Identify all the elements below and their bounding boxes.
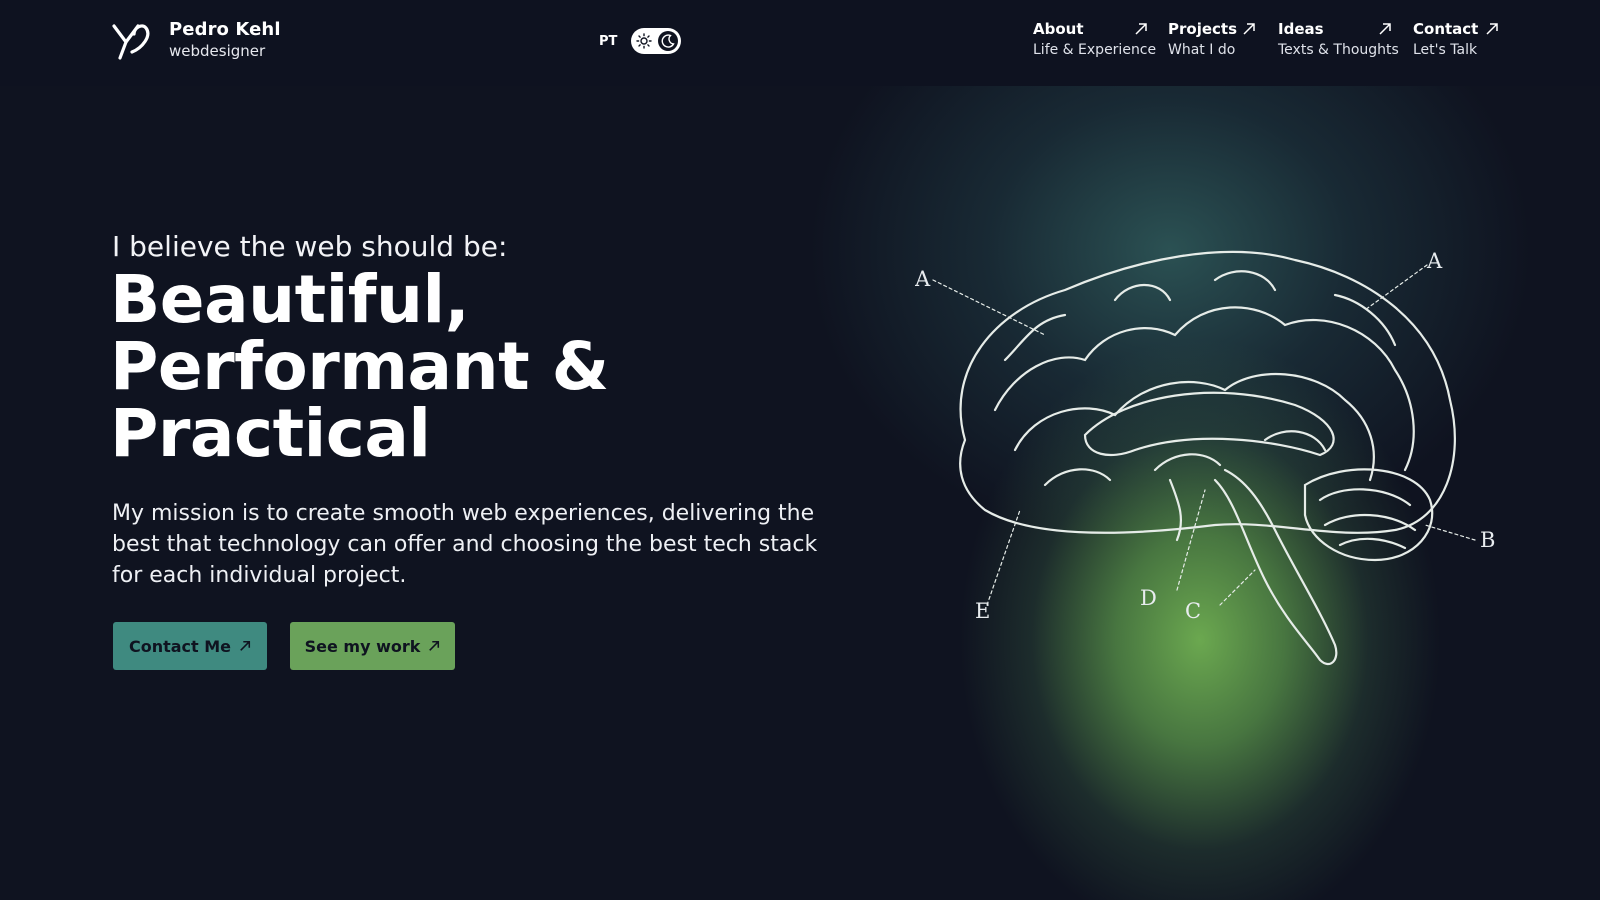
brain-label-c: C xyxy=(1185,599,1201,623)
brain-label-d: D xyxy=(1140,586,1157,610)
arrow-up-right-icon xyxy=(1243,23,1255,35)
arrow-up-right-icon xyxy=(1135,23,1147,35)
site-header: Pedro Kehl webdesigner PT About Life & E… xyxy=(0,0,1600,86)
contact-me-button[interactable]: Contact Me xyxy=(113,622,267,670)
nav-item-projects[interactable]: Projects What I do xyxy=(1168,20,1237,58)
moon-icon xyxy=(661,34,675,48)
brain-label-b: B xyxy=(1480,528,1495,552)
mission-text: My mission is to create smooth web exper… xyxy=(112,501,818,588)
nav-contact-subtitle: Let's Talk xyxy=(1413,42,1478,58)
arrow-up-right-icon xyxy=(240,640,251,651)
brain-illustration: A A B C D E xyxy=(915,249,1495,666)
nav-projects-subtitle: What I do xyxy=(1168,42,1236,58)
language-switch[interactable]: PT xyxy=(599,34,617,49)
pk-monogram-icon[interactable] xyxy=(112,20,152,60)
theme-toggle[interactable] xyxy=(631,28,681,54)
nav-projects-title: Projects xyxy=(1168,20,1238,38)
brain-label-a-right: A xyxy=(1426,249,1443,273)
brand-role: webdesigner xyxy=(169,42,266,60)
hero-title-line: Beautiful, xyxy=(110,261,470,338)
see-my-work-button[interactable]: See my work xyxy=(290,622,455,670)
contact-me-label: Contact Me xyxy=(128,636,232,656)
sun-icon xyxy=(636,33,652,49)
arrow-up-right-icon xyxy=(429,640,440,651)
brand-name[interactable]: Pedro Kehl xyxy=(169,19,281,40)
see-my-work-label: See my work xyxy=(304,636,421,656)
arrow-up-right-icon xyxy=(1379,23,1391,35)
nav-ideas-subtitle: Texts & Thoughts xyxy=(1278,42,1399,58)
nav-about-subtitle: Life & Experience xyxy=(1033,42,1157,58)
nav-contact-title: Contact xyxy=(1413,20,1479,38)
toggle-knob xyxy=(658,31,678,51)
arrow-up-right-icon xyxy=(1486,23,1498,35)
hero-title-line: Performant & xyxy=(110,328,609,405)
brain-label-a-left: A xyxy=(915,267,931,291)
hero-lead: I believe the web should be: xyxy=(112,230,508,263)
nav-item-contact[interactable]: Contact Let's Talk xyxy=(1413,20,1478,58)
hero-title: Beautiful, Performant & Practical xyxy=(110,266,609,467)
hero-title-line: Practical xyxy=(110,395,431,472)
brain-label-e: E xyxy=(975,599,990,623)
